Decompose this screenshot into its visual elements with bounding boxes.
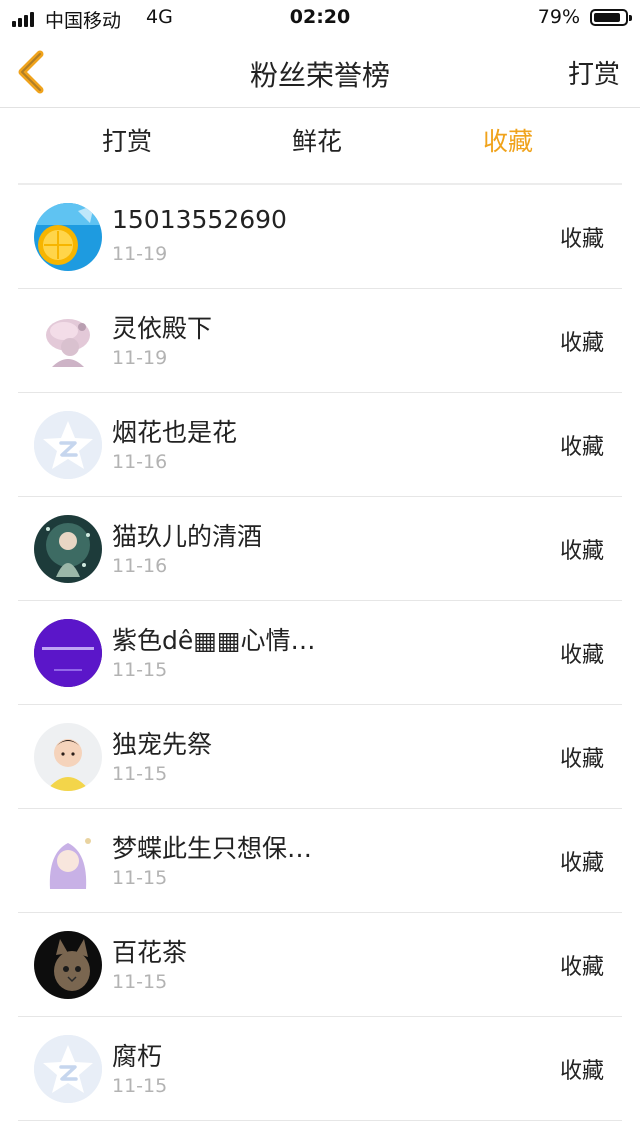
page-title: 粉丝荣誉榜 [249,59,390,92]
fan-name: 百花茶 [112,938,188,967]
list-item[interactable]: 独宠先祭 11-15 收藏 [18,705,622,809]
list-item[interactable]: 百花茶 11-15 收藏 [18,913,622,1017]
status-bar: 中国移动 4G 02:20 79% [0,0,640,36]
tab-flowers[interactable]: 鲜花 [292,122,342,158]
default-avatar-icon [34,411,102,479]
fan-date: 11-15 [112,763,168,785]
avatar [34,515,102,583]
avatar [34,827,102,895]
fan-list: 15013552690 11-19 收藏 灵依殿下 11-19 收藏 烟花也是花… [18,185,622,1121]
fan-name: 烟花也是花 [112,418,238,447]
fan-date: 11-15 [112,867,168,889]
favorite-label: 收藏 [559,331,604,356]
favorite-label: 收藏 [559,435,604,460]
list-item[interactable]: 灵依殿下 11-19 收藏 [18,289,622,393]
default-avatar-icon [34,1035,102,1103]
favorite-label: 收藏 [559,747,604,772]
fan-date: 11-16 [112,451,168,473]
favorite-label: 收藏 [559,643,604,668]
fan-name: 15013552690 [112,205,287,234]
fan-name: 灵依殿下 [112,314,213,343]
battery-percent: 79% [537,6,580,28]
reward-button[interactable]: 打赏 [568,54,620,91]
fan-date: 11-15 [112,971,168,993]
list-item[interactable]: 15013552690 11-19 收藏 [18,185,622,289]
fan-date: 11-16 [112,555,168,577]
list-item[interactable]: 腐朽 11-15 收藏 [18,1017,622,1121]
favorite-label: 收藏 [559,955,604,980]
avatar [34,931,102,999]
list-item[interactable]: 猫玖儿的清酒 11-16 收藏 [18,497,622,601]
fan-name: 猫玖儿的清酒 [112,522,263,551]
fan-date: 11-19 [112,243,168,265]
tab-bar: 打赏 鲜花 收藏 [0,108,640,172]
tab-favorites[interactable]: 收藏 [483,122,533,158]
nav-bar: 粉丝荣誉榜 打赏 [0,36,640,108]
fan-name: 腐朽 [112,1042,163,1071]
list-item[interactable]: 烟花也是花 11-16 收藏 [18,393,622,497]
favorite-label: 收藏 [559,227,604,252]
avatar [34,203,102,271]
fan-date: 11-15 [112,1075,168,1097]
fan-name: 紫色dê▦▦心情… [112,626,316,655]
battery-icon [590,9,632,26]
fan-name: 梦蝶此生只想保… [112,834,313,863]
favorite-label: 收藏 [559,539,604,564]
avatar [34,307,102,375]
avatar [34,619,102,687]
fan-name: 独宠先祭 [112,730,213,759]
favorite-label: 收藏 [559,851,604,876]
favorite-label: 收藏 [559,1059,604,1084]
avatar [34,723,102,791]
fan-date: 11-19 [112,347,168,369]
list-item[interactable]: 紫色dê▦▦心情… 11-15 收藏 [18,601,622,705]
list-item[interactable]: 梦蝶此生只想保… 11-15 收藏 [18,809,622,913]
fan-date: 11-15 [112,659,168,681]
tab-reward[interactable]: 打赏 [102,122,152,158]
